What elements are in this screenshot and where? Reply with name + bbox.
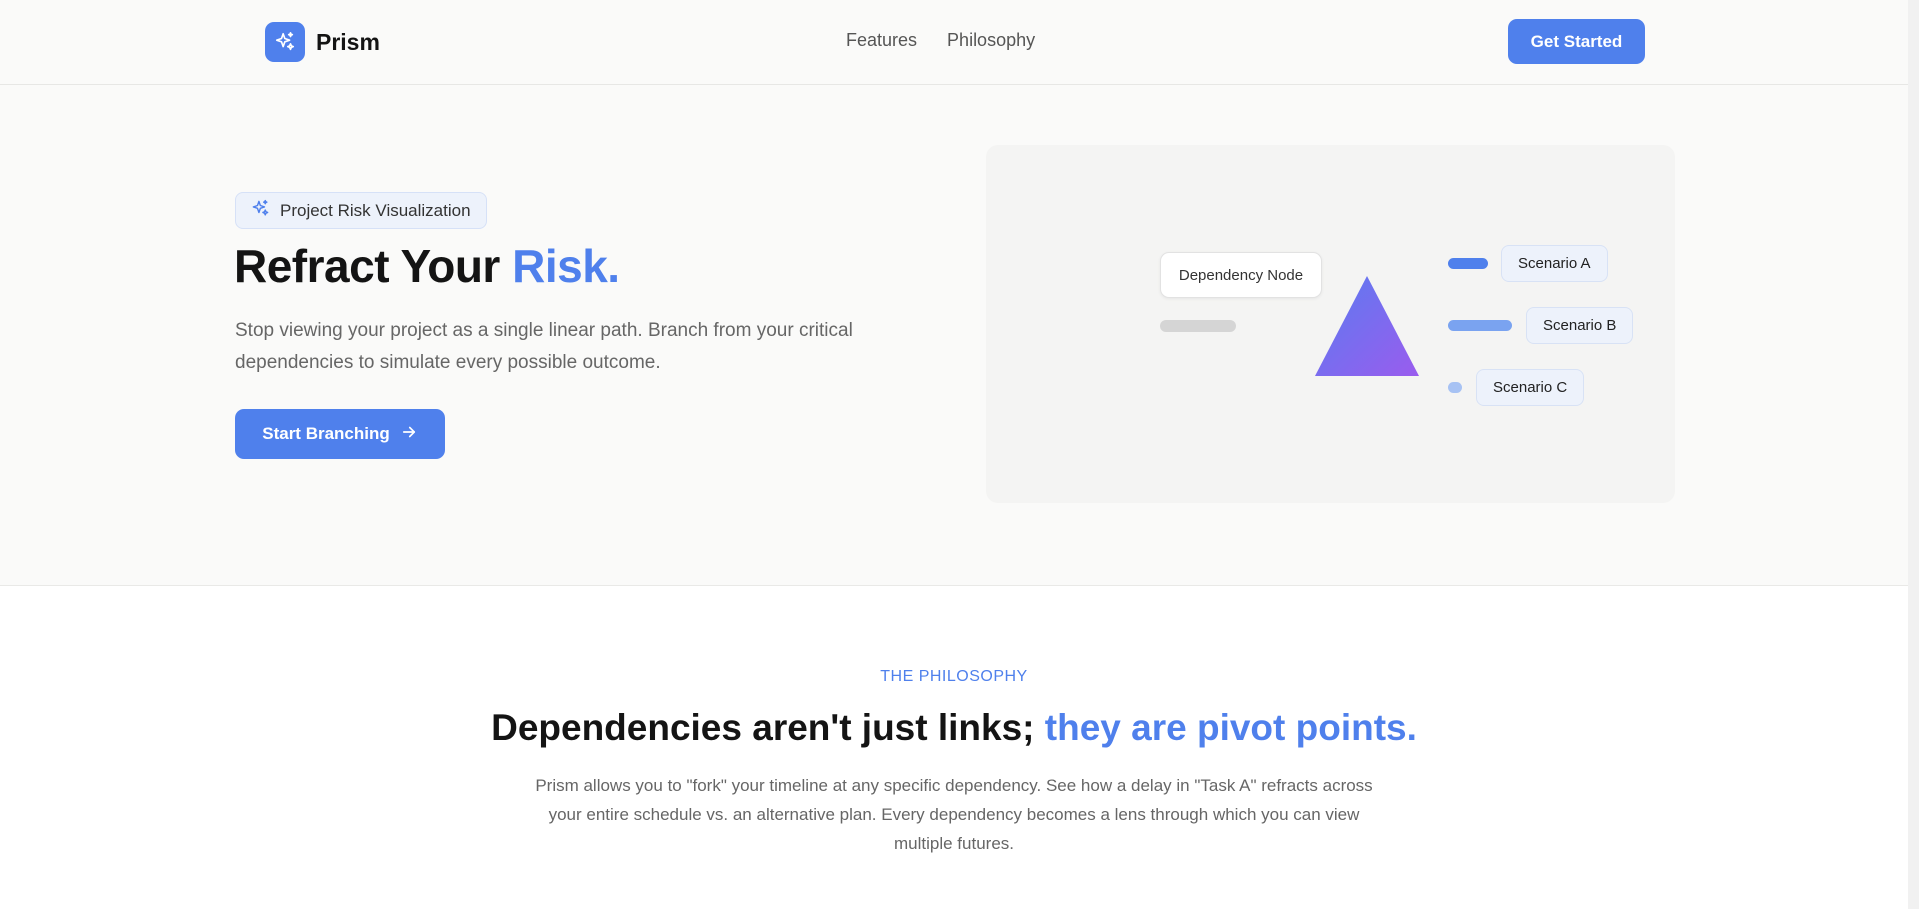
prism-triangle (1315, 276, 1419, 376)
get-started-button[interactable]: Get Started (1508, 19, 1645, 64)
nav-link-philosophy[interactable]: Philosophy (947, 30, 1035, 51)
philosophy-body: Prism allows you to "fork" your timeline… (535, 776, 1373, 853)
philosophy-title-main: Dependencies aren't just links; (491, 707, 1045, 748)
page: Prism Features Philosophy Get Started Pr… (0, 0, 1919, 909)
scenario-a-chip: Scenario A (1501, 245, 1608, 282)
dependency-node: Dependency Node (1160, 252, 1322, 298)
hero-title-accent: Risk. (512, 240, 620, 292)
page-scrollbar[interactable] (1908, 0, 1919, 909)
main-nav: Features Philosophy (846, 30, 1035, 51)
top-navbar: Prism Features Philosophy Get Started (0, 0, 1908, 85)
brand-logo[interactable]: Prism (265, 22, 380, 62)
sparkles-icon (251, 199, 270, 223)
philosophy-title: Dependencies aren't just links; they are… (0, 707, 1908, 749)
scenario-a-line (1448, 258, 1488, 269)
scenario-c-line (1448, 382, 1462, 393)
arrow-right-icon (400, 423, 418, 446)
hero-section: Project Risk Visualization Refract Your … (0, 85, 1908, 586)
philosophy-eyebrow: THE PHILOSOPHY (880, 668, 1028, 685)
prism-illustration: Dependency Node Scenario A Scenario B Sc… (986, 145, 1675, 503)
scenario-b-chip: Scenario B (1526, 307, 1634, 344)
nav-link-features[interactable]: Features (846, 30, 917, 51)
hero-title-main: Refract Your (234, 240, 513, 292)
hero-badge: Project Risk Visualization (235, 192, 487, 229)
dependency-placeholder-bar (1160, 320, 1236, 332)
start-branching-label: Start Branching (262, 424, 390, 443)
philosophy-title-accent: they are pivot points. (1044, 707, 1417, 748)
hero-title: Refract Your Risk. (234, 239, 620, 293)
brand-name: Prism (316, 28, 380, 55)
scenario-c-chip: Scenario C (1476, 369, 1585, 406)
scenario-b-line (1448, 320, 1512, 331)
start-branching-button[interactable]: Start Branching (235, 409, 445, 459)
hero-subtitle: Stop viewing your project as a single li… (235, 320, 853, 373)
sparkles-icon (265, 22, 305, 62)
philosophy-section: THE PHILOSOPHY Dependencies aren't just … (0, 586, 1908, 909)
hero-badge-label: Project Risk Visualization (280, 200, 471, 220)
